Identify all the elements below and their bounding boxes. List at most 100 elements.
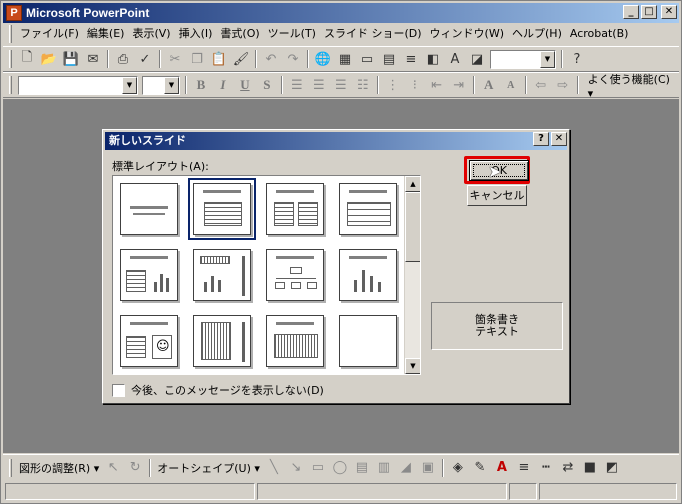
scroll-down-button[interactable]: ▼ [405,358,420,374]
layout-text-and-clip-art[interactable]: ☺ [120,315,178,367]
decrease-indent-icon[interactable]: ⇤ [426,74,448,96]
grayscale-icon[interactable]: ◧ [422,48,444,70]
layout-list[interactable]: ☺ ▲ ▼ [112,175,421,375]
select-objects-icon[interactable]: ↖ [102,457,124,479]
cut-icon[interactable]: ✂ [164,48,186,70]
distribute-icon[interactable]: ☷ [352,74,374,96]
toolbar-grip[interactable] [9,458,12,477]
increase-font-icon[interactable]: A [478,74,500,96]
maximize-button[interactable]: □ [641,5,657,19]
bullets-icon[interactable]: ⁝ [404,74,426,96]
arrow-icon[interactable]: ↘ [285,457,307,479]
align-left-icon[interactable]: ☰ [286,74,308,96]
layout-title-slide[interactable] [120,183,178,235]
dash-style-icon[interactable]: ┅ [535,457,557,479]
arrow-style-icon[interactable]: ⇄ [557,457,579,479]
ok-button[interactable]: OK ➤ [469,160,529,181]
layout-organization-chart[interactable] [266,249,324,301]
dont-show-again-option[interactable]: 今後、このメッセージを表示しない(D) [112,382,324,398]
promote-icon[interactable]: ⇦ [530,74,552,96]
font-size-combo[interactable]: ▼ [141,75,180,95]
format-painter-icon[interactable]: 🖌 [230,48,252,70]
undo-icon[interactable]: ↶ [260,48,282,70]
increase-indent-icon[interactable]: ⇥ [448,74,470,96]
line-style-icon[interactable]: ≡ [513,457,535,479]
underline-icon[interactable]: U [234,74,256,96]
menu-slideshow[interactable]: スライド ショー(D) [320,25,426,43]
dont-show-again-checkbox[interactable] [112,383,125,397]
autoshapes-menu[interactable]: オートシェイプ(U) ▾ [154,460,263,476]
minimize-button[interactable]: _ [623,5,639,19]
line-icon[interactable]: ╲ [263,457,285,479]
layout-bulleted-list[interactable] [188,178,256,240]
menu-window[interactable]: ウィンドウ(W) [426,25,508,43]
wordart-icon[interactable]: ◢ [395,457,417,479]
scroll-thumb[interactable] [405,192,420,262]
help-icon[interactable]: ? [566,48,588,70]
toolbar-grip[interactable] [9,76,12,94]
common-tasks-menu[interactable]: よく使う機能(C) ▾ [588,71,679,100]
text-box-icon[interactable]: ▤ [351,457,373,479]
free-rotate-icon[interactable]: ↻ [124,457,146,479]
spellcheck-icon[interactable]: ✓ [134,48,156,70]
open-icon[interactable]: 📂 [38,48,60,70]
line-color-icon[interactable]: ✎ [469,457,491,479]
rectangle-icon[interactable]: ▭ [307,457,329,479]
3d-style-icon[interactable]: ◩ [601,457,623,479]
save-icon[interactable]: 💾 [60,48,82,70]
menu-edit[interactable]: 編集(E) [83,25,129,43]
email-icon[interactable]: ✉ [82,48,104,70]
dialog-help-button[interactable]: ? [533,132,549,146]
layout-two-column-text[interactable] [266,183,324,235]
oval-icon[interactable]: ◯ [329,457,351,479]
expand-all-icon[interactable]: ≡ [400,48,422,70]
layout-table[interactable] [339,183,397,235]
menu-file[interactable]: ファイル(F) [16,25,83,43]
menu-help[interactable]: ヘルプ(H) [508,25,566,43]
copy-icon[interactable]: ❐ [186,48,208,70]
table-icon[interactable]: ▦ [334,48,356,70]
menu-acrobat[interactable]: Acrobat(B) [566,25,633,43]
print-icon[interactable]: ⎙ [112,48,134,70]
shadow-icon[interactable]: S [256,74,278,96]
cancel-button[interactable]: キャンセル [467,185,527,206]
layout-chart-and-text[interactable] [193,249,251,301]
paste-icon[interactable]: 📋 [208,48,230,70]
draw-menu[interactable]: 図形の調整(R) ▾ [16,460,102,476]
color-icon[interactable]: ◪ [466,48,488,70]
scroll-up-button[interactable]: ▲ [405,176,420,192]
hyperlink-icon[interactable]: 🌐 [312,48,334,70]
vertical-text-box-icon[interactable]: ▥ [373,457,395,479]
fill-color-icon[interactable]: ◈ [447,457,469,479]
font-color-icon[interactable]: A [491,457,513,479]
zoom-combo[interactable]: ▼ [490,49,556,69]
toolbar-grip[interactable] [9,25,12,43]
layout-chart[interactable] [339,249,397,301]
bold-icon[interactable]: B [190,74,212,96]
show-formatting-icon[interactable]: A [444,48,466,70]
numbering-icon[interactable]: ⋮ [382,74,404,96]
align-right-icon[interactable]: ☰ [330,74,352,96]
redo-icon[interactable]: ↷ [282,48,304,70]
menu-format[interactable]: 書式(O) [216,25,263,43]
decrease-font-icon[interactable]: A [500,74,522,96]
menu-tools[interactable]: ツール(T) [264,25,320,43]
shadow-style-icon[interactable]: ■ [579,457,601,479]
layout-text-and-chart[interactable] [120,249,178,301]
powerpoint-icon[interactable]: P [6,5,22,21]
menu-view[interactable]: 表示(V) [128,25,174,43]
chart-icon[interactable]: ▭ [356,48,378,70]
demote-icon[interactable]: ⇨ [552,74,574,96]
layout-list-scrollbar[interactable]: ▲ ▼ [404,176,420,374]
layout-blank[interactable] [339,315,397,367]
close-button[interactable]: ✕ [661,5,677,19]
dialog-close-button[interactable]: ✕ [551,132,567,146]
menu-insert[interactable]: 挿入(I) [175,25,217,43]
toolbar-grip[interactable] [9,50,12,68]
layout-vertical-text[interactable] [193,315,251,367]
new-icon[interactable]: 🗋 [16,48,38,70]
new-slide-icon[interactable]: ▤ [378,48,400,70]
clip-art-icon[interactable]: ▣ [417,457,439,479]
font-combo[interactable]: ▼ [18,75,138,95]
layout-vertical-title-and-text[interactable] [266,315,324,367]
